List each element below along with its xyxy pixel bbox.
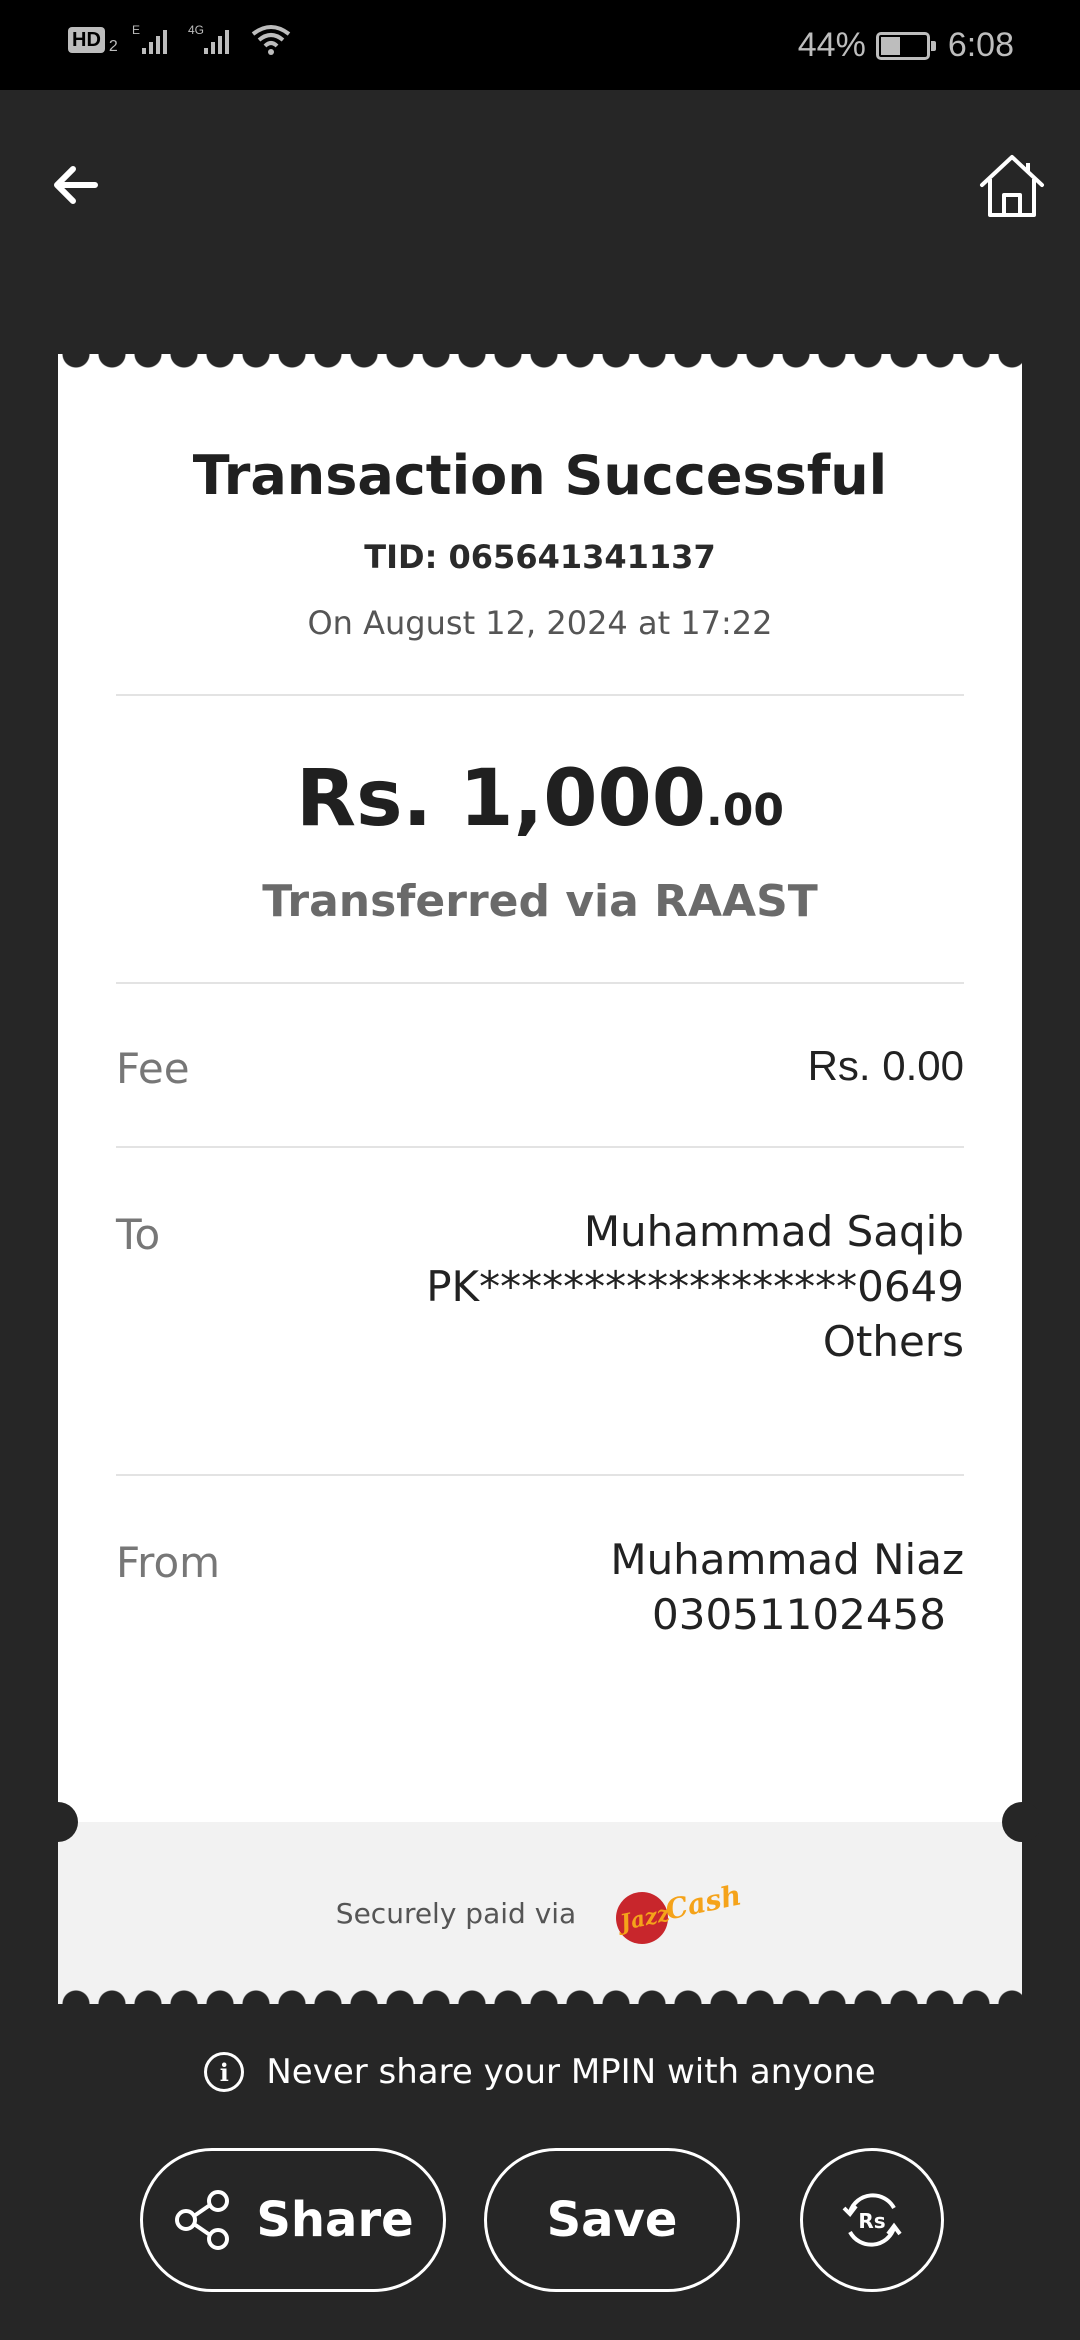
hd-badge: HD [68, 27, 105, 53]
signal-e-icon: E [132, 23, 167, 54]
from-label: From [116, 1538, 221, 1587]
home-button[interactable] [970, 146, 1054, 226]
divider [116, 694, 964, 696]
repeat-payment-button[interactable]: Rs [800, 2148, 944, 2292]
save-button[interactable]: Save [484, 2148, 740, 2292]
sim-number: 2 [108, 38, 118, 55]
transfer-method: Transferred via RAAST [262, 876, 818, 927]
convert-icon-text: Rs [858, 2209, 885, 2233]
recipient-account: PK******************0649 [426, 1262, 964, 1311]
share-icon [175, 2190, 230, 2250]
battery-percent: 44% [797, 26, 866, 64]
status-bar: HD 2 E 4G 44% 6:08 [0, 0, 1080, 90]
transaction-datetime: On August 12, 2024 at 17:22 [307, 604, 773, 642]
receipt-notch-left [38, 1802, 78, 1842]
to-label: To [116, 1210, 161, 1259]
back-button[interactable] [40, 150, 110, 220]
divider [116, 982, 964, 984]
jazzcash-logo-icon: Jazz Cash [614, 1878, 745, 1944]
arrow-left-icon [54, 166, 98, 204]
battery-icon [875, 31, 936, 60]
status-bar-left: HD 2 E 4G [68, 22, 292, 58]
fee-value: Rs. 0.00 [807, 1042, 964, 1089]
network-2-label: 4G [188, 23, 204, 37]
to-details: Muhammad Saqib PK******************0649 … [426, 1204, 964, 1369]
amount-main: Rs. 1,000 [296, 754, 707, 844]
svg-text:Cash: Cash [663, 1878, 745, 1926]
transaction-title: Transaction Successful [192, 444, 888, 507]
fee-label: Fee [116, 1044, 190, 1093]
recipient-name: Muhammad Saqib [583, 1207, 964, 1256]
network-1-label: E [132, 23, 140, 37]
wifi-icon [251, 25, 291, 55]
secure-text: Securely paid via [335, 1896, 577, 1930]
amount-decimal: .00 [706, 785, 784, 836]
receipt-footer: Securely paid via Jazz Cash [58, 1822, 1022, 2004]
jazzcash-logo: Jazz Cash [604, 1878, 744, 1948]
receipt-bottom-edge [58, 1984, 1022, 2004]
status-bar-right: 44% 6:08 [798, 26, 1014, 65]
transaction-amount: Rs. 1,000.00 [58, 754, 1022, 844]
clock: 6:08 [947, 26, 1014, 64]
transaction-id: TID: 065641341137 [364, 538, 716, 576]
sender-name: Muhammad Niaz [610, 1535, 964, 1584]
receipt-top-edge [58, 354, 1022, 378]
battery-fill [880, 36, 901, 55]
share-button[interactable]: Share [140, 2148, 446, 2292]
divider [116, 1146, 964, 1148]
secure-payment-note: Securely paid via Jazz Cash [58, 1822, 1022, 2004]
receipt-body: Transaction Successful TID: 065641341137… [58, 354, 1022, 1822]
signal-4g-icon: 4G [188, 23, 229, 54]
security-notice: i Never share your MPIN with anyone [0, 2052, 1080, 2092]
from-details: Muhammad Niaz 03051102458 [610, 1532, 964, 1642]
save-label: Save [546, 2192, 678, 2248]
home-icon [980, 155, 1044, 217]
security-notice-text: Never share your MPIN with anyone [266, 2052, 876, 2092]
divider [116, 1474, 964, 1476]
sender-number: 03051102458 [652, 1590, 946, 1639]
receipt-card: Transaction Successful TID: 065641341137… [38, 354, 1042, 2004]
share-label: Share [256, 2192, 414, 2248]
refresh-rupee-icon: Rs [842, 2193, 902, 2247]
info-icon: i [204, 2052, 245, 2092]
recipient-bank: Others [822, 1317, 964, 1366]
receipt-notch-right [1002, 1802, 1042, 1842]
